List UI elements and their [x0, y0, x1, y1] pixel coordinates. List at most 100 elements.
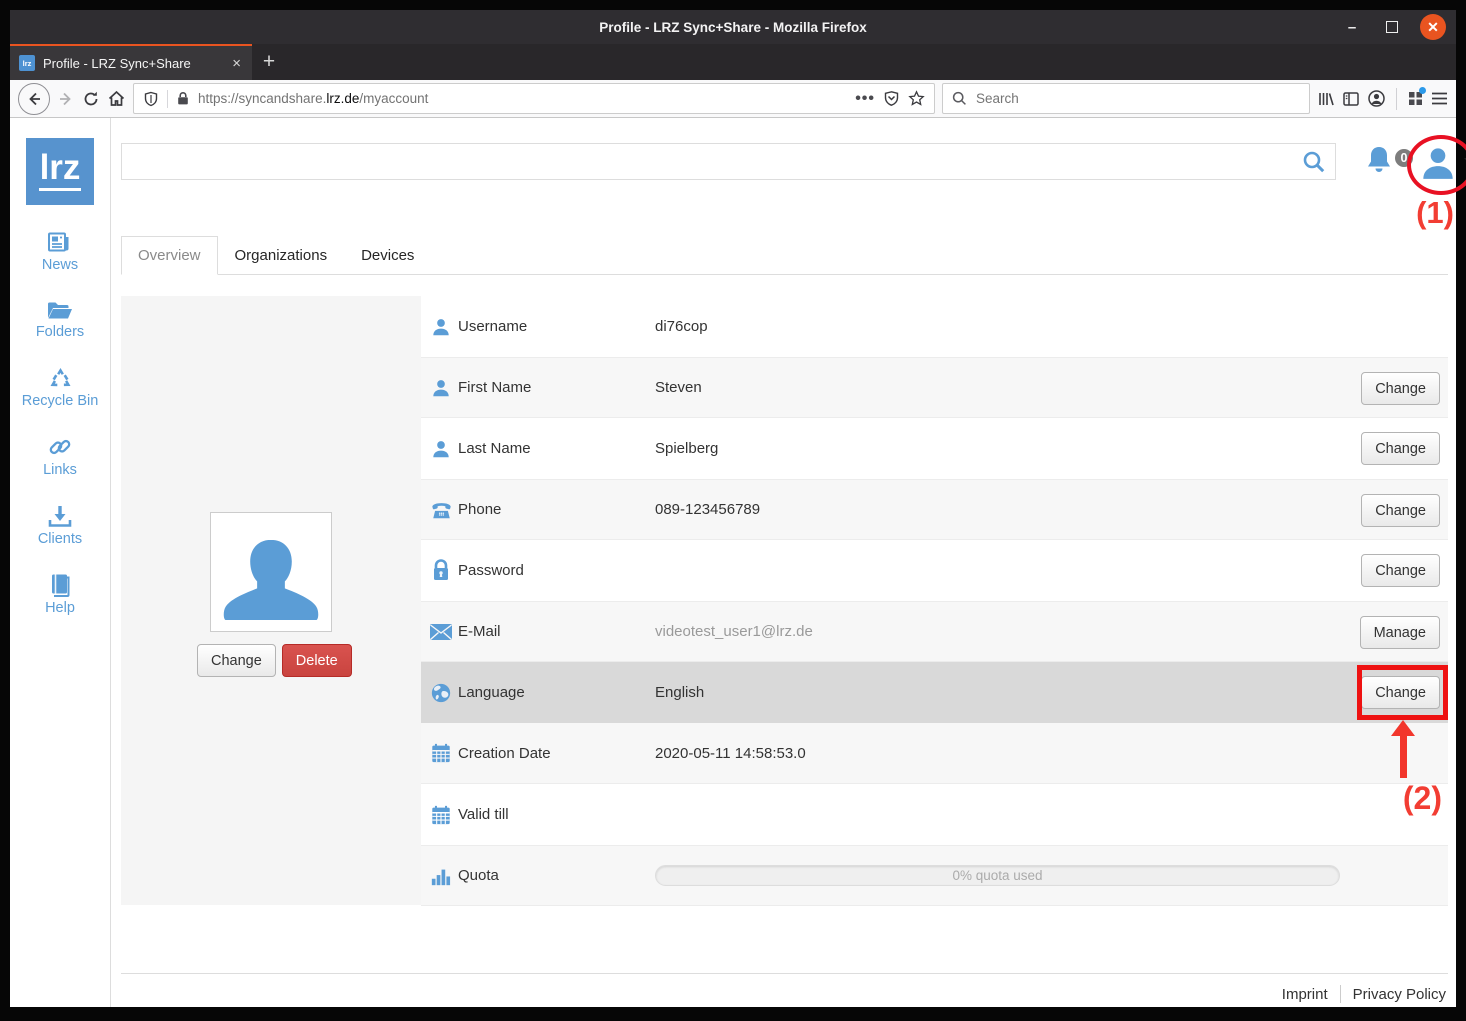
calendar-icon	[429, 803, 453, 827]
browser-search-input[interactable]	[974, 90, 1300, 107]
sidebar-toggle-icon[interactable]	[1342, 90, 1360, 108]
search-icon[interactable]	[1302, 150, 1327, 175]
close-button[interactable]: ✕	[1420, 14, 1446, 40]
news-icon	[46, 229, 73, 255]
link-icon	[47, 434, 73, 460]
field-value: videotest_user1@lrz.de	[655, 623, 813, 640]
user-menu-icon[interactable]	[1418, 143, 1458, 183]
browser-search-box[interactable]	[942, 83, 1310, 114]
toolbar-divider	[1396, 88, 1397, 110]
phone-change-button[interactable]: Change	[1361, 494, 1440, 527]
field-label: Quota	[458, 867, 625, 884]
field-row-first-name: First Name Steven Change	[421, 357, 1448, 418]
overview-panel: Change Delete Username di76cop First Nam…	[121, 296, 1448, 905]
sidebar-item-label: Clients	[38, 531, 82, 548]
avatar	[210, 512, 332, 632]
minimize-button[interactable]: –	[1340, 15, 1364, 39]
window-controls: – ✕	[1340, 10, 1446, 44]
tab-organizations[interactable]: Organizations	[218, 236, 345, 275]
tracking-protection-shield-icon[interactable]	[143, 91, 159, 107]
app-search-field[interactable]	[121, 143, 1336, 180]
app-search-input[interactable]	[122, 144, 1335, 179]
help-book-icon	[48, 572, 72, 598]
email-manage-button[interactable]: Manage	[1360, 616, 1440, 649]
notifications-bell-icon[interactable]	[1364, 144, 1394, 178]
tab-devices[interactable]: Devices	[344, 236, 431, 275]
field-row-language: Language English Change (2)	[421, 662, 1448, 723]
pocket-icon[interactable]	[883, 90, 900, 107]
field-row-valid-till: Valid till	[421, 784, 1448, 845]
language-change-button[interactable]: Change	[1361, 676, 1440, 709]
lrz-logo[interactable]: lrz	[26, 138, 94, 205]
sidebar-item-news[interactable]: News	[42, 229, 78, 274]
lrz-favicon-icon: lrz	[19, 55, 35, 71]
lock-icon	[429, 559, 453, 583]
annotation-step1-label: (1)	[1416, 195, 1454, 231]
https-lock-icon[interactable]	[176, 91, 190, 106]
field-row-email: E-Mail videotest_user1@lrz.de Manage	[421, 601, 1448, 662]
forward-icon[interactable]	[57, 90, 75, 108]
password-change-button[interactable]: Change	[1361, 554, 1440, 587]
field-label: Phone	[458, 501, 625, 518]
home-icon[interactable]	[107, 89, 126, 108]
field-row-password: Password Change	[421, 540, 1448, 601]
library-icon[interactable]	[1317, 90, 1335, 108]
maximize-button[interactable]	[1380, 15, 1404, 39]
sidebar-item-label: News	[42, 257, 78, 274]
sidebar-item-recycle-bin[interactable]: Recycle Bin	[22, 366, 99, 410]
avatar-delete-button[interactable]: Delete	[282, 644, 352, 677]
tab-overview[interactable]: Overview	[121, 236, 218, 275]
page-content: lrz News Folders Recycle Bin Links Clien…	[10, 118, 1456, 1007]
annotation-step2-label: (2)	[1403, 780, 1442, 817]
field-label: Valid till	[458, 806, 625, 823]
urlbar-divider	[167, 90, 168, 108]
field-label: Language	[458, 684, 625, 701]
firefox-apps-grid-icon[interactable]	[1407, 90, 1424, 107]
notification-dot	[1419, 87, 1426, 94]
browser-tab[interactable]: lrz Profile - LRZ Sync+Share ×	[10, 44, 252, 80]
notifications-count-badge: 0	[1393, 147, 1415, 169]
sidebar-item-label: Folders	[36, 324, 84, 341]
browser-tab-title: Profile - LRZ Sync+Share	[43, 56, 222, 71]
last-name-change-button[interactable]: Change	[1361, 432, 1440, 465]
main-area: 0 (1) Overview Organizations Devices	[111, 118, 1456, 1007]
search-icon	[952, 91, 967, 106]
sidebar-item-help[interactable]: Help	[45, 572, 75, 617]
avatar-column: Change Delete	[121, 296, 421, 905]
back-icon[interactable]	[18, 83, 50, 115]
user-icon	[429, 376, 453, 400]
browser-tabbar: lrz Profile - LRZ Sync+Share × +	[10, 44, 1456, 80]
url-text[interactable]: https://syncandshare.lrz.de/myaccount	[198, 91, 847, 106]
page-actions-icon[interactable]: •••	[855, 90, 875, 108]
avatar-change-button[interactable]: Change	[197, 644, 276, 677]
account-icon[interactable]	[1367, 89, 1386, 108]
download-icon	[47, 504, 73, 529]
calendar-icon	[429, 741, 453, 765]
first-name-change-button[interactable]: Change	[1361, 372, 1440, 405]
app-sidebar: lrz News Folders Recycle Bin Links Clien…	[10, 118, 111, 1007]
tab-close-icon[interactable]: ×	[230, 55, 243, 72]
field-value: di76cop	[655, 318, 708, 335]
new-tab-button[interactable]: +	[252, 44, 286, 80]
field-row-last-name: Last Name Spielberg Change	[421, 418, 1448, 479]
bookmark-star-icon[interactable]	[908, 90, 925, 107]
sidebar-item-clients[interactable]: Clients	[38, 504, 82, 548]
bar-chart-icon	[429, 864, 453, 888]
sidebar-item-folders[interactable]: Folders	[36, 298, 84, 341]
field-value: Steven	[655, 379, 702, 396]
privacy-policy-link[interactable]: Privacy Policy	[1341, 986, 1448, 1003]
phone-icon	[429, 498, 453, 522]
sidebar-item-links[interactable]: Links	[43, 434, 77, 479]
folder-icon	[46, 298, 74, 322]
avatar-buttons: Change Delete	[197, 644, 352, 677]
main-topbar: 0	[121, 143, 1448, 183]
reload-icon[interactable]	[82, 90, 100, 108]
field-label: Last Name	[458, 440, 625, 457]
field-label: Username	[458, 318, 625, 335]
url-bar[interactable]: https://syncandshare.lrz.de/myaccount ••…	[133, 83, 935, 114]
sidebar-item-label: Recycle Bin	[22, 393, 99, 410]
menu-hamburger-icon[interactable]	[1431, 91, 1448, 106]
quota-progress-bar: 0% quota used	[655, 865, 1340, 886]
imprint-link[interactable]: Imprint	[1270, 986, 1340, 1003]
sidebar-item-label: Help	[45, 600, 75, 617]
